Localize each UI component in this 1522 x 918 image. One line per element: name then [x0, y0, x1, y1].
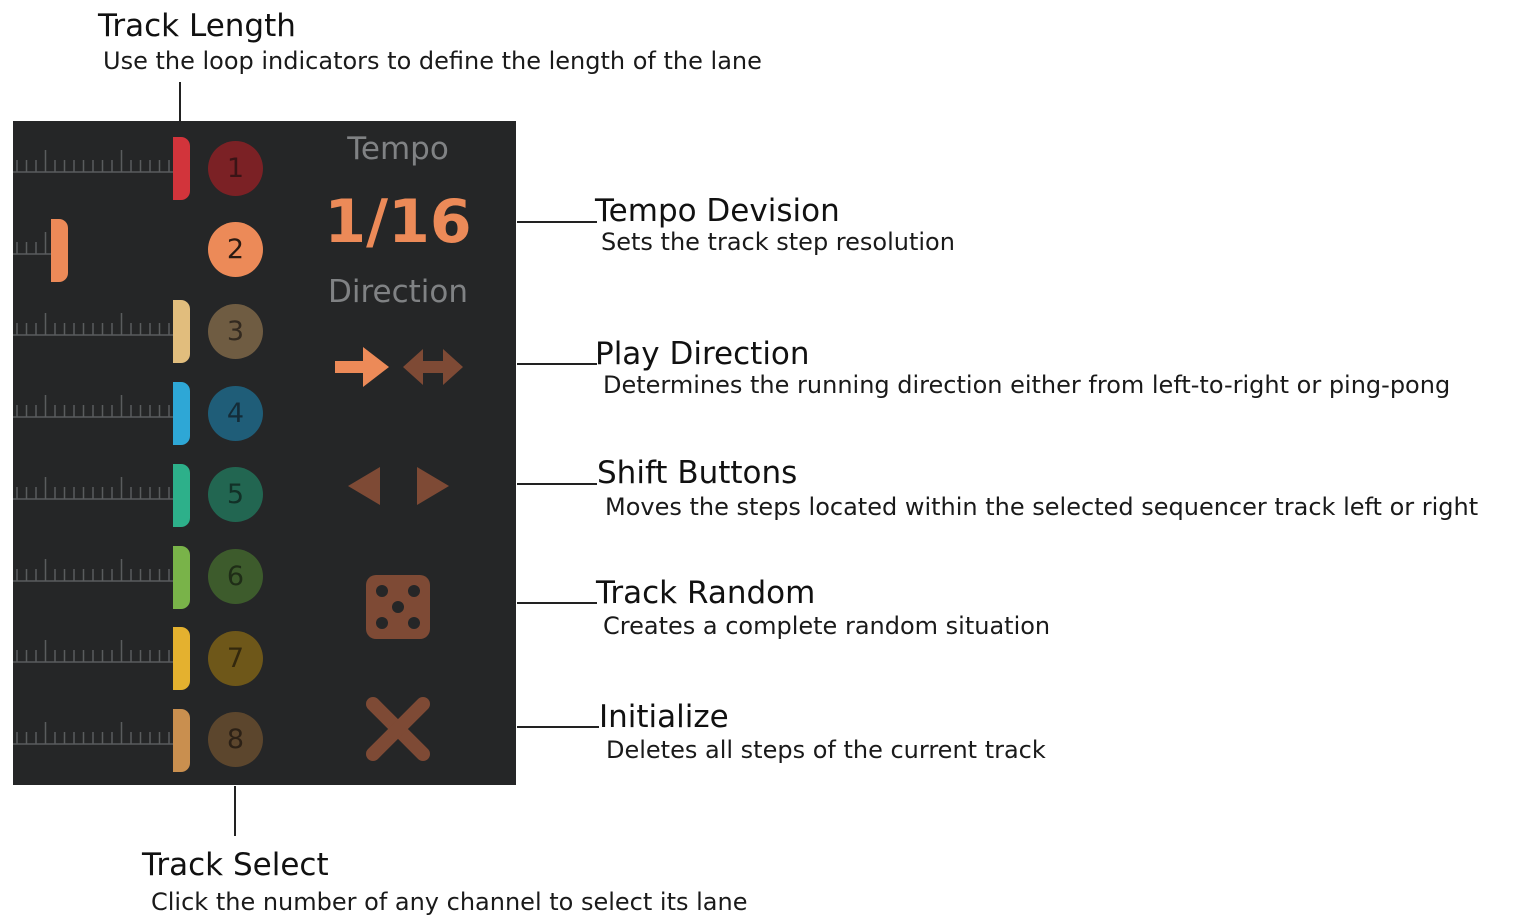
tempo-label: Tempo [347, 131, 449, 167]
step-ruler [13, 558, 173, 582]
tempo-division-desc: Sets the track step resolution [601, 228, 955, 256]
triangle-right-icon [417, 467, 449, 505]
step-ruler [13, 231, 53, 255]
track-select-button[interactable]: 8 [208, 712, 263, 768]
loop-end-marker[interactable] [173, 137, 190, 200]
tempo-division-value[interactable]: 1/16 [278, 187, 516, 257]
tempo-division-title: Tempo Devision [595, 193, 840, 229]
play-direction-title: Play Direction [595, 336, 810, 372]
track-select-button[interactable]: 2 [208, 222, 263, 278]
loop-end-marker[interactable] [173, 463, 190, 527]
track-select-title: Track Select [142, 847, 329, 883]
loop-end-marker[interactable] [173, 382, 190, 446]
step-ruler [13, 150, 173, 173]
track-length-connector [179, 82, 181, 122]
track-select-button[interactable]: 5 [208, 467, 263, 523]
loop-end-marker[interactable] [173, 627, 190, 691]
loop-end-marker[interactable] [173, 300, 190, 364]
track-select-button[interactable]: 3 [208, 303, 263, 359]
direction-label: Direction [327, 274, 469, 310]
track-select-button[interactable]: 6 [208, 549, 263, 604]
shift-buttons-title: Shift Buttons [597, 455, 798, 491]
initialize-desc: Deletes all steps of the current track [606, 736, 1046, 764]
shift-left-button[interactable] [346, 465, 382, 507]
dice-icon [366, 575, 430, 639]
track-select-connector [234, 786, 236, 836]
arrow-left-right-icon [403, 349, 463, 385]
track-random-desc: Creates a complete random situation [603, 612, 1051, 640]
step-ruler [13, 313, 173, 337]
track-length-title: Track Length [98, 8, 296, 44]
step-ruler [13, 395, 173, 418]
track-select-button[interactable]: 7 [208, 630, 263, 686]
track-select-desc: Click the number of any channel to selec… [151, 888, 748, 916]
direction-forward-button[interactable] [333, 345, 391, 389]
initialize-title: Initialize [599, 699, 729, 735]
play-direction-connector [517, 363, 597, 365]
track-select-button[interactable]: 4 [208, 385, 263, 441]
track-random-connector [517, 602, 597, 604]
shift-buttons-desc: Moves the steps located within the selec… [605, 493, 1479, 521]
loop-end-marker[interactable] [173, 545, 190, 609]
sequencer-side-panel: 1 2 3 4 5 6 7 8 Tempo 1/16 Direction [13, 121, 516, 785]
track-random-button[interactable] [365, 574, 431, 640]
loop-end-marker[interactable] [173, 708, 190, 772]
direction-pingpong-button[interactable] [401, 345, 465, 389]
step-ruler [13, 721, 173, 745]
shift-right-button[interactable] [415, 465, 451, 507]
shift-buttons-connector [517, 483, 597, 485]
triangle-left-icon [348, 467, 380, 505]
initialize-connector [517, 726, 599, 728]
track-select-button[interactable]: 1 [208, 140, 263, 196]
arrow-right-icon [335, 347, 389, 387]
step-ruler [13, 476, 173, 500]
play-direction-desc: Determines the running direction either … [603, 371, 1451, 399]
x-icon [366, 697, 430, 761]
track-length-desc: Use the loop indicators to define the le… [103, 47, 762, 75]
initialize-button[interactable] [365, 697, 431, 761]
step-ruler [13, 640, 173, 663]
loop-end-marker[interactable] [51, 218, 68, 282]
track-random-title: Track Random [596, 575, 816, 611]
tempo-division-connector [517, 221, 597, 223]
